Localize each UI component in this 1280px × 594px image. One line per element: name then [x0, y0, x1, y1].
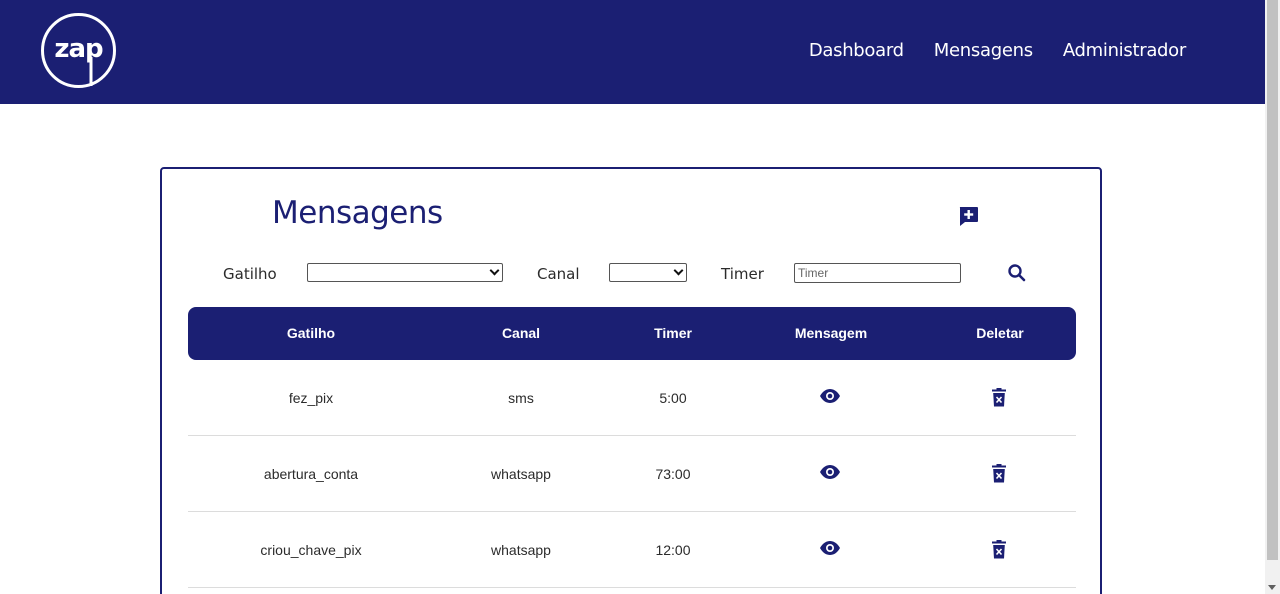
chevron-down-icon	[489, 265, 500, 276]
table-header: Gatilho Canal Timer Mensagem Deletar	[188, 307, 1076, 360]
cell-gatilho: abertura_conta	[263, 466, 359, 482]
nav-mensagens[interactable]: Mensagens	[934, 40, 1033, 61]
chevron-down-icon	[673, 265, 684, 276]
search-icon[interactable]	[1007, 263, 1027, 283]
svg-text:zap: zap	[54, 34, 103, 64]
cell-timer: 12:00	[655, 542, 691, 558]
header-canal: Canal	[501, 325, 541, 341]
eye-icon[interactable]	[819, 540, 841, 556]
trash-icon[interactable]	[992, 388, 1006, 407]
header-timer: Timer	[654, 325, 692, 341]
top-navbar: zap Dashboard Mensagens Administrador	[0, 0, 1265, 104]
page-title: Mensagens	[272, 195, 443, 231]
zap-logo[interactable]: zap	[40, 12, 117, 89]
messages-table: Gatilho Canal Timer Mensagem Deletar fez…	[188, 307, 1076, 588]
trash-icon[interactable]	[992, 464, 1006, 483]
cell-canal: whatsapp	[491, 466, 551, 482]
timer-filter-label: Timer	[721, 265, 764, 283]
cell-timer: 5:00	[659, 390, 687, 406]
messages-card: Mensagens Gatilho Canal Timer Gatilho Ca…	[160, 167, 1102, 594]
cell-gatilho: criou_chave_pix	[260, 542, 362, 558]
cell-gatilho: fez_pix	[288, 390, 334, 406]
filter-row: Gatilho Canal Timer	[162, 261, 1100, 285]
cell-canal: whatsapp	[491, 542, 551, 558]
add-message-icon[interactable]	[958, 206, 979, 227]
eye-icon[interactable]	[819, 464, 841, 480]
gatilho-filter-label: Gatilho	[223, 265, 277, 283]
gatilho-select[interactable]	[307, 263, 503, 282]
trash-icon[interactable]	[992, 540, 1006, 559]
header-mensagem: Mensagem	[794, 325, 868, 341]
eye-icon[interactable]	[819, 388, 841, 404]
header-gatilho: Gatilho	[286, 325, 336, 341]
canal-filter-label: Canal	[537, 265, 580, 283]
canal-select[interactable]	[609, 263, 687, 282]
cell-canal: sms	[508, 390, 534, 406]
page-scrollbar[interactable]	[1265, 0, 1280, 594]
timer-input[interactable]	[794, 263, 961, 283]
main-nav: Dashboard Mensagens Administrador	[809, 40, 1186, 61]
nav-administrador[interactable]: Administrador	[1063, 40, 1186, 61]
table-row: criou_chave_pix whatsapp 12:00	[188, 512, 1076, 588]
table-row: abertura_conta whatsapp 73:00	[188, 436, 1076, 512]
header-deletar: Deletar	[976, 325, 1024, 341]
scrollbar-thumb[interactable]	[1267, 0, 1278, 560]
scroll-down-arrow[interactable]	[1268, 585, 1276, 590]
nav-dashboard[interactable]: Dashboard	[809, 40, 904, 61]
table-row: fez_pix sms 5:00	[188, 360, 1076, 436]
cell-timer: 73:00	[655, 466, 691, 482]
